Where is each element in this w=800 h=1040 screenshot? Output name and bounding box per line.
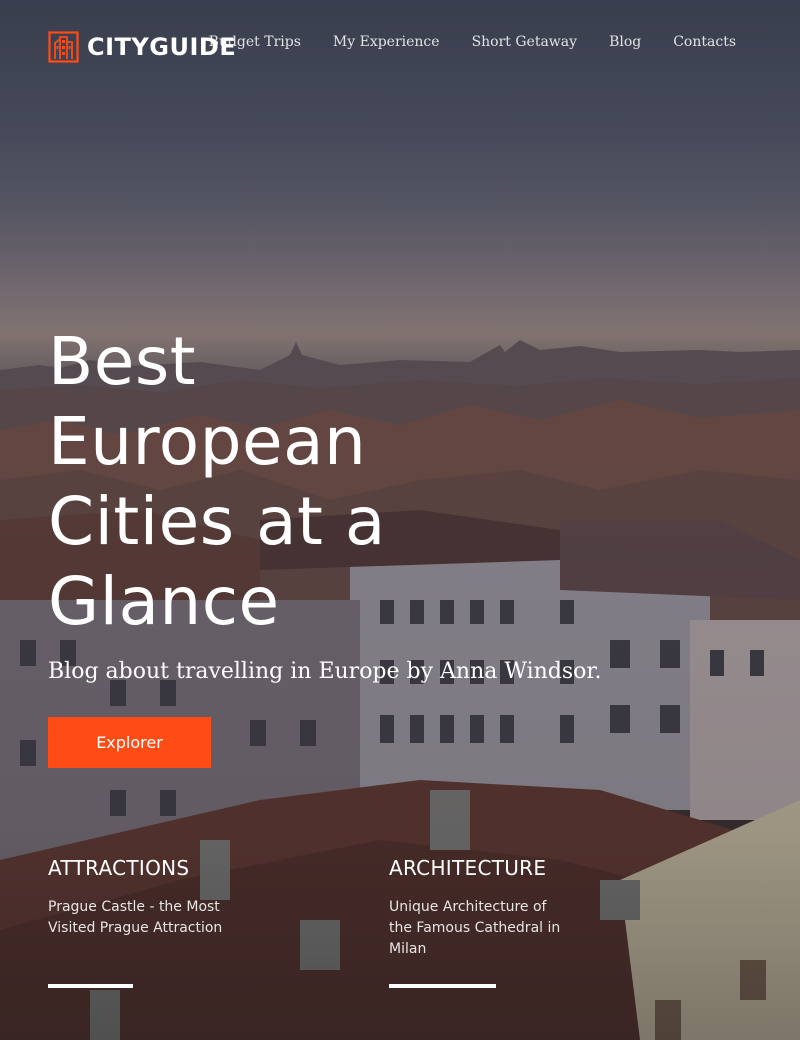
card-title: ATTRACTIONS — [48, 856, 190, 880]
card-text: Unique Architecture of the Famous Cathed… — [389, 899, 561, 957]
main-nav: Budget Trips My Experience Short Getaway… — [209, 33, 736, 51]
card-text: Prague Castle - the Most Visited Prague … — [48, 899, 223, 936]
nav-blog[interactable]: Blog — [609, 33, 641, 51]
nav-short-getaway[interactable]: Short Getaway — [472, 33, 578, 51]
building-icon — [48, 31, 79, 63]
card-underline — [389, 984, 496, 988]
hero-subtitle: Blog about travelling in Europe by Anna … — [48, 659, 602, 684]
nav-contacts[interactable]: Contacts — [673, 33, 736, 51]
card-title: ARCHITECTURE — [389, 856, 547, 880]
explorer-button[interactable]: Explorer — [48, 717, 211, 768]
nav-my-experience[interactable]: My Experience — [333, 33, 440, 51]
nav-budget-trips[interactable]: Budget Trips — [209, 33, 301, 51]
feature-card-architecture[interactable]: ARCHITECTURE Unique Architecture of the … — [389, 855, 589, 988]
feature-card-attractions[interactable]: ATTRACTIONS Prague Castle - the Most Vis… — [48, 855, 248, 988]
page-title: Best European Cities at a Glance — [48, 323, 386, 640]
card-underline — [48, 984, 133, 988]
